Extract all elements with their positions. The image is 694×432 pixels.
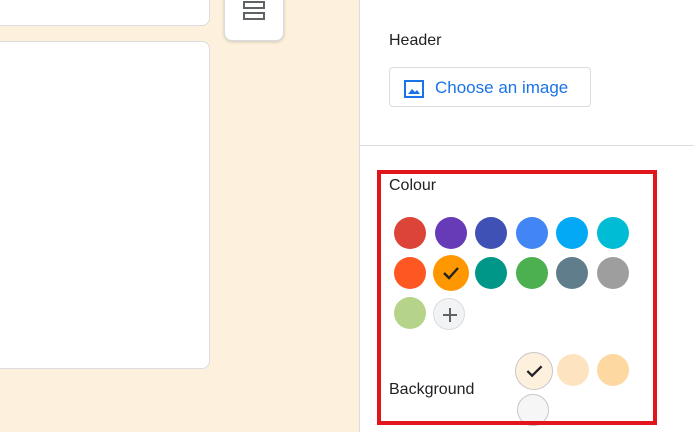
- form-card-question[interactable]: [0, 41, 210, 369]
- highlight-annotation-box: [377, 170, 657, 425]
- theme-panel: Header Choose an image Colour Background: [359, 0, 694, 432]
- form-canvas: [0, 0, 360, 432]
- form-card-top[interactable]: [0, 0, 210, 26]
- choose-image-button[interactable]: Choose an image: [389, 67, 591, 107]
- header-label: Header: [389, 32, 442, 49]
- floating-toolbar: [224, 0, 284, 41]
- image-icon: [404, 80, 424, 98]
- choose-image-label: Choose an image: [435, 78, 569, 97]
- panel-divider: [360, 145, 694, 146]
- section-icon[interactable]: [243, 0, 265, 22]
